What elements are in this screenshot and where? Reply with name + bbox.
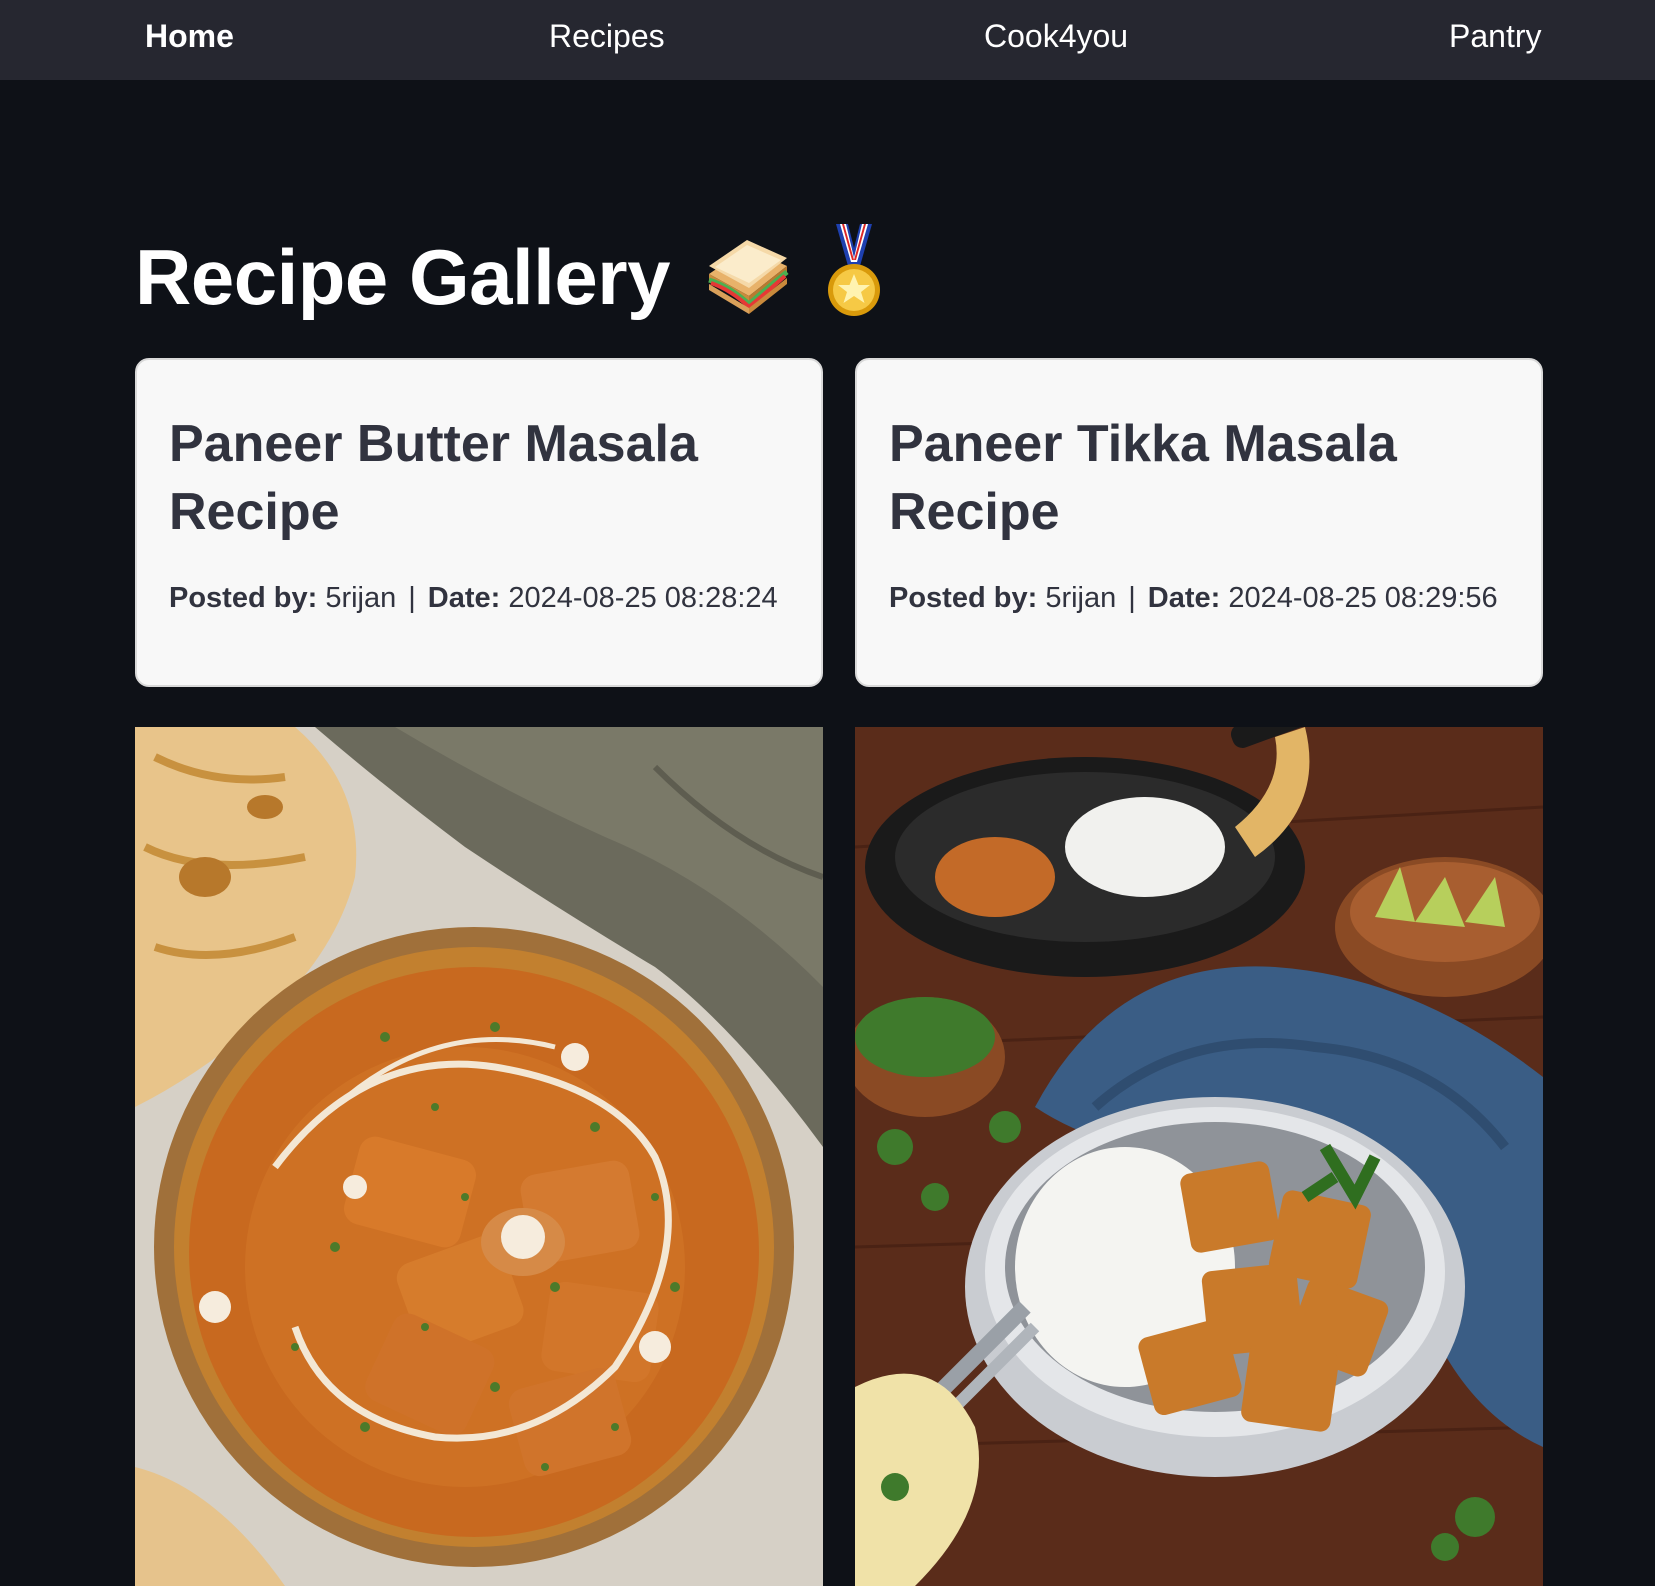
recipe-photo-paneer-butter-masala[interactable] [135, 727, 823, 1586]
medal-icon [824, 222, 884, 345]
recipe-meta: Posted by: 5rijan | Date: 2024-08-25 08:28… [169, 578, 778, 618]
nav-link-home[interactable]: Home [145, 14, 234, 58]
recipe-title[interactable]: Paneer Butter Masala Recipe [169, 410, 789, 546]
page-title: Recipe Gallery [135, 233, 670, 322]
date-label: Date: [427, 582, 501, 614]
posted-by-label: Posted by: [169, 582, 318, 614]
top-navbar: Home Recipes Cook4you Pantry [0, 0, 1655, 80]
recipe-date: 2024-08-25 08:29:56 [1228, 582, 1498, 614]
nav-link-cook4you[interactable]: Cook4you [984, 14, 1128, 58]
recipe-meta: Posted by: 5rijan | Date: 2024-08-25 08:29… [889, 578, 1498, 618]
recipe-card[interactable]: Paneer Tikka Masala Recipe Posted by: 5r… [855, 358, 1543, 687]
meta-separator: | [408, 582, 416, 614]
sandwich-icon [701, 226, 793, 341]
recipe-author: 5rijan [325, 582, 397, 614]
date-label: Date: [1147, 582, 1221, 614]
recipe-date: 2024-08-25 08:28:24 [508, 582, 778, 614]
posted-by-label: Posted by: [889, 582, 1038, 614]
recipe-author: 5rijan [1045, 582, 1117, 614]
nav-link-pantry[interactable]: Pantry [1449, 14, 1541, 58]
meta-separator: | [1128, 582, 1136, 614]
nav-link-recipes[interactable]: Recipes [549, 14, 665, 58]
page-title-row: Recipe Gallery [135, 222, 884, 345]
recipe-title[interactable]: Paneer Tikka Masala Recipe [889, 410, 1509, 546]
recipe-card[interactable]: Paneer Butter Masala Recipe Posted by: 5… [135, 358, 823, 687]
recipe-photo-paneer-tikka-masala[interactable] [855, 727, 1543, 1586]
